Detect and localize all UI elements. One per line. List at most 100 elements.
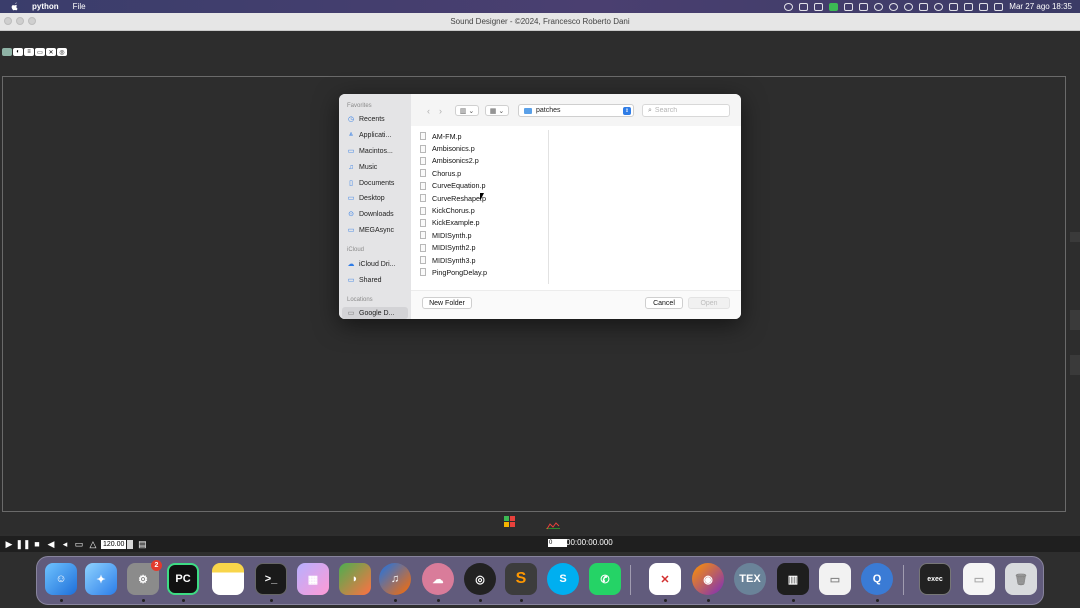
sidebar-item-google-drive[interactable]: ▭ Google D...	[342, 307, 408, 319]
x-icon[interactable]: ✕	[46, 48, 56, 56]
keyboard-icon[interactable]: ▤	[137, 539, 147, 549]
sidebar-item-documents[interactable]: ▯ Documents	[347, 177, 407, 189]
display-icon[interactable]	[799, 2, 809, 11]
audacity-icon[interactable]: ♫	[379, 563, 411, 595]
brain-app-icon[interactable]: ☁	[422, 563, 454, 595]
sidebar-item-music[interactable]: ♫ Music	[347, 161, 407, 173]
system-settings-icon[interactable]: ⚙ 2	[127, 560, 162, 595]
rewind-icon[interactable]: ◀	[46, 539, 56, 549]
trash-icon[interactable]: 🗑	[1005, 563, 1037, 595]
group-button[interactable]: ▦ ⌄	[485, 105, 509, 116]
side-handle[interactable]	[1070, 355, 1080, 375]
file-row[interactable]: KickExample.p	[416, 217, 548, 229]
user-icon[interactable]	[874, 2, 884, 11]
sidebar-item-macintosh[interactable]: ▭ Macintos...	[347, 145, 407, 157]
loop-icon[interactable]: ▭	[74, 539, 84, 549]
metronome-icon[interactable]: △	[88, 539, 98, 549]
minimize-window-button[interactable]	[16, 17, 24, 25]
target-icon[interactable]: ◎	[57, 48, 67, 56]
pycharm-icon[interactable]: PC	[167, 563, 199, 595]
battery-app-icon[interactable]	[829, 2, 839, 11]
battery-icon[interactable]	[964, 2, 974, 11]
tempo-field[interactable]: 120.00	[101, 539, 127, 549]
stop-icon[interactable]: ■	[32, 539, 42, 549]
file-row[interactable]: PingPongDelay.p	[416, 266, 548, 278]
midi-keyboard-icon[interactable]: ▥	[777, 563, 809, 595]
image-icon[interactable]	[2, 48, 12, 56]
bluetooth-icon[interactable]	[859, 2, 869, 11]
sidebar-item-applications[interactable]: ⩓ Applicati...	[347, 129, 407, 141]
firefox-icon[interactable]: ◉	[692, 563, 724, 595]
skype-icon[interactable]: S	[547, 563, 579, 595]
notes-icon[interactable]	[212, 563, 244, 595]
control-center-icon[interactable]	[994, 2, 1004, 11]
headphones-icon[interactable]	[889, 2, 899, 11]
sidebar-item-icloud-drive[interactable]: ☁ iCloud Dri...	[347, 258, 407, 270]
file-row[interactable]: Ambisonics2.p	[416, 155, 548, 167]
play-circle-icon[interactable]	[904, 2, 914, 11]
whatsapp-icon[interactable]: ✆	[589, 563, 621, 595]
apple-menu-icon[interactable]	[10, 2, 20, 12]
pause-icon[interactable]: ❚❚	[15, 539, 30, 549]
forward-icon[interactable]: ›	[435, 105, 446, 116]
chat-icon[interactable]: ◐	[13, 48, 23, 56]
menu-app-name[interactable]: python	[32, 2, 59, 11]
file-row[interactable]: Ambisonics.p	[416, 142, 548, 154]
colorful-blocks-icon[interactable]	[504, 516, 516, 528]
sourcetree-icon[interactable]: ◗	[339, 563, 371, 595]
cancel-button[interactable]: Cancel	[645, 297, 683, 309]
wifi-icon[interactable]	[934, 2, 944, 11]
back-icon[interactable]: ‹	[423, 105, 434, 116]
quicktime-icon[interactable]: Q	[861, 563, 893, 595]
zoom-window-button[interactable]	[28, 17, 36, 25]
file-row[interactable]: MIDISynth2.p	[416, 242, 548, 254]
view-mode-button[interactable]: ▥ ⌄	[455, 105, 479, 116]
side-handle[interactable]	[1070, 232, 1080, 242]
safari-icon[interactable]: ✦	[85, 563, 117, 595]
step-back-icon[interactable]: ◂	[60, 539, 70, 549]
remote-desktop-icon[interactable]: ✕	[649, 563, 681, 595]
document-icon: ▯	[349, 180, 353, 187]
finder-icon[interactable]: ☺	[45, 563, 77, 595]
sidebar-item-shared[interactable]: ▭ Shared	[347, 274, 407, 286]
open-button[interactable]: Open	[688, 297, 730, 309]
file-row[interactable]: CurveEquation.p	[416, 180, 548, 192]
spiral-app-icon[interactable]: ◎	[464, 563, 496, 595]
document-2-icon[interactable]: ▭	[963, 563, 995, 595]
list-icon[interactable]: ≡	[24, 48, 34, 56]
search-input[interactable]	[654, 107, 720, 114]
pause-icon[interactable]	[919, 2, 929, 11]
terminal-window-icon[interactable]: exec	[919, 563, 951, 595]
sublime-text-icon[interactable]: S	[505, 563, 537, 595]
file-row[interactable]: MIDISynth.p	[416, 229, 548, 241]
sidebar-item-recents[interactable]: ◷ Recents	[347, 113, 407, 125]
clock[interactable]: Mar 27 ago 18:35	[1009, 2, 1072, 11]
launchpad-icon[interactable]: ▦	[297, 563, 329, 595]
record-icon[interactable]	[784, 2, 794, 11]
new-folder-button[interactable]: New Folder	[422, 297, 472, 309]
close-window-button[interactable]	[4, 17, 12, 25]
menu-file[interactable]: File	[73, 2, 86, 11]
mega-icon[interactable]	[844, 2, 854, 11]
document-icon[interactable]: ▭	[819, 563, 851, 595]
position-field[interactable]: 0	[548, 539, 567, 547]
sidebar-item-downloads[interactable]: ⊙ Downloads	[347, 208, 407, 220]
file-row[interactable]: MIDISynth3.p	[416, 254, 548, 266]
search-field[interactable]: ⌕	[642, 104, 730, 117]
sidebar-item-megasync[interactable]: ▭ MEGAsync	[347, 224, 407, 236]
texshop-icon[interactable]: TEX	[734, 563, 766, 595]
location-popup[interactable]: patches ⇕	[518, 104, 634, 117]
side-handle[interactable]	[1070, 310, 1080, 330]
file-row[interactable]: Chorus.p	[416, 167, 548, 179]
play-icon[interactable]: ▶	[4, 539, 14, 549]
sidebar-item-desktop[interactable]: ▭ Desktop	[347, 192, 407, 204]
terminal-icon[interactable]: >_	[255, 563, 287, 595]
box-icon[interactable]: ▭	[35, 48, 45, 56]
graph-icon[interactable]	[546, 518, 560, 530]
tempo-stepper[interactable]	[127, 539, 134, 549]
file-row[interactable]: KickChorus.p	[416, 204, 548, 216]
keyboard-icon[interactable]	[949, 2, 959, 11]
search-icon[interactable]	[979, 2, 989, 11]
dropbox-icon[interactable]	[814, 2, 824, 11]
file-row[interactable]: AM-FM.p	[416, 130, 548, 142]
